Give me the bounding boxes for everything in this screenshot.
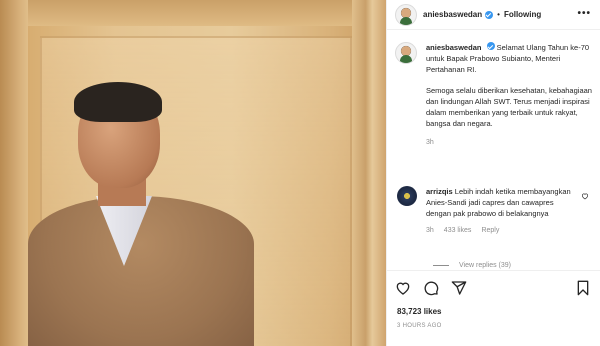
caption-verified-badge-icon: [486, 42, 495, 50]
verified-badge-icon: [485, 10, 494, 19]
caption-username[interactable]: aniesbaswedan: [426, 43, 481, 52]
posted-time[interactable]: 3 HOURS AGO: [397, 323, 442, 329]
more-options-icon[interactable]: •••: [577, 9, 591, 19]
photo-person-hair: [74, 82, 162, 122]
comment-reply-button[interactable]: Reply: [481, 225, 499, 236]
caption-line-2: Semoga selalu diberikan kesehatan, kebah…: [426, 86, 592, 128]
post-header: aniesbaswedan • Following •••: [387, 0, 600, 30]
comment-time[interactable]: 3h: [426, 225, 434, 236]
comment-like-icon[interactable]: [581, 192, 589, 200]
separator-dot: •: [497, 10, 500, 19]
post-photo[interactable]: [0, 0, 386, 346]
photo-wall-top: [0, 0, 386, 26]
post-side-panel: aniesbaswedan • Following ••• aniesbaswe…: [386, 0, 600, 346]
caption-time[interactable]: 3h: [426, 137, 594, 148]
author-avatar[interactable]: [395, 3, 417, 26]
commenter-avatar[interactable]: [397, 186, 417, 206]
likes-count[interactable]: 83,723 likes: [397, 307, 441, 316]
share-paper-plane-icon[interactable]: [451, 280, 467, 296]
comment-bubble-icon[interactable]: [423, 280, 439, 296]
caption-author-avatar[interactable]: [395, 42, 417, 64]
photo-wall-right: [352, 0, 386, 346]
photo-wall-left: [0, 0, 28, 346]
comment-likes[interactable]: 433 likes: [444, 225, 472, 236]
view-replies-button[interactable]: View replies (39): [433, 262, 511, 269]
save-bookmark-icon[interactable]: [575, 280, 591, 296]
post-caption: aniesbaswedan Selamat Ulang Tahun ke-70 …: [395, 42, 595, 148]
post-actions: 83,723 likes 3 HOURS AGO: [387, 270, 600, 346]
following-button[interactable]: Following: [504, 10, 541, 19]
author-username[interactable]: aniesbaswedan: [423, 10, 482, 19]
view-replies-label: View replies (39): [459, 262, 512, 269]
comment-item: arrizqis Lebih indah ketika membayangkan…: [395, 186, 595, 236]
commenter-username[interactable]: arrizqis: [426, 187, 453, 196]
like-heart-icon[interactable]: [395, 280, 411, 296]
view-replies-line: [433, 265, 449, 266]
